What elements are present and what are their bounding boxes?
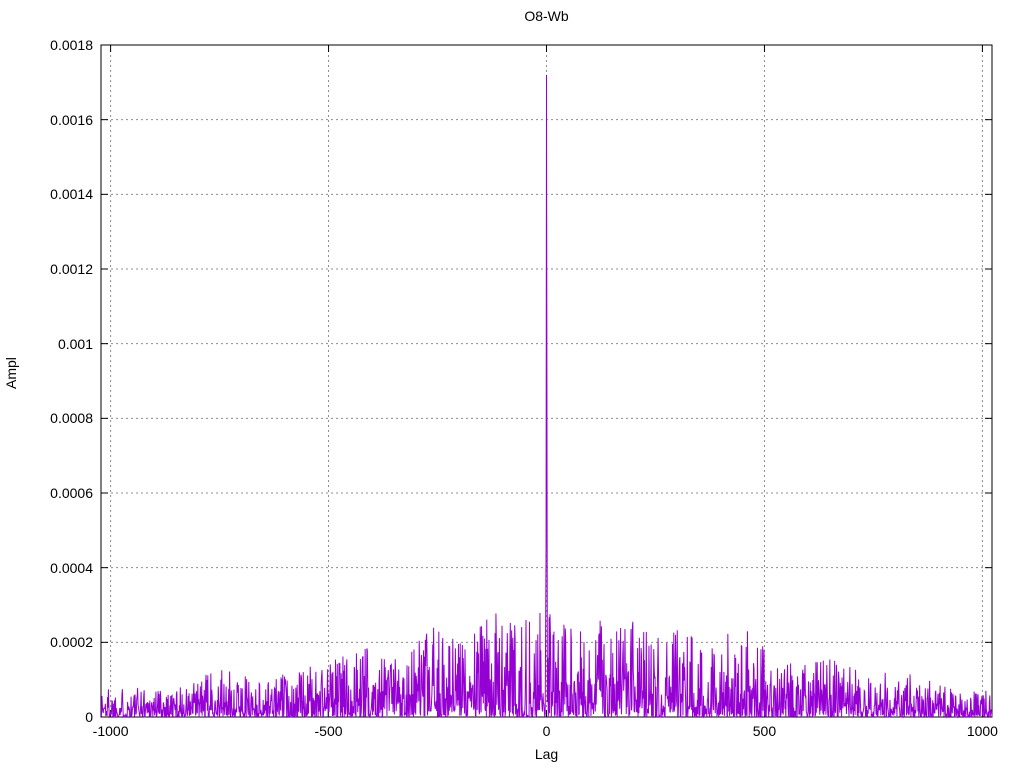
y-tick-label: 0.0002 <box>0 634 93 650</box>
y-tick-label: 0.0014 <box>0 186 93 202</box>
gnuplot-window: O8-Wb Ampl Lag 00.00020.00040.00060.0008… <box>0 0 1024 768</box>
y-tick-label: 0.0012 <box>0 261 93 277</box>
x-tick-label: -1000 <box>71 723 151 739</box>
y-tick-label: 0.0008 <box>0 410 93 426</box>
y-tick-label: 0.0004 <box>0 560 93 576</box>
x-tick-label: -500 <box>289 723 369 739</box>
x-tick-label: 1000 <box>942 723 1022 739</box>
x-tick-label: 0 <box>507 723 587 739</box>
x-tick-label: 500 <box>724 723 804 739</box>
plot-area <box>0 0 1024 768</box>
y-tick-label: 0.0006 <box>0 485 93 501</box>
y-tick-label: 0.0018 <box>0 37 93 53</box>
y-tick-label: 0.0016 <box>0 112 93 128</box>
y-tick-label: 0.001 <box>0 336 93 352</box>
